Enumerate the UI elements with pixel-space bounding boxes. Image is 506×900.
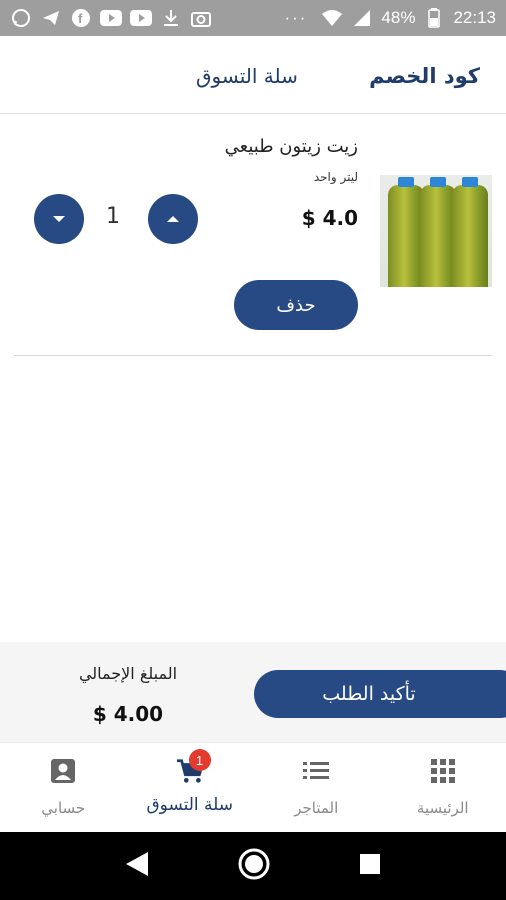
wifi-icon bbox=[321, 8, 343, 28]
youtube-icon bbox=[130, 8, 152, 28]
delete-button[interactable]: حذف bbox=[234, 280, 358, 330]
camera-icon bbox=[190, 8, 212, 28]
cart-count-badge: 1 bbox=[188, 749, 211, 771]
signal-icon bbox=[351, 8, 373, 28]
overflow-dots: ··· bbox=[284, 8, 308, 27]
battery-percent: 48% bbox=[381, 8, 416, 27]
system-nav-bar bbox=[0, 832, 506, 900]
product-name: زيت زيتون طبيعي bbox=[224, 136, 358, 157]
nav-label: حسابي bbox=[41, 799, 86, 817]
notification-icons: f bbox=[10, 8, 212, 28]
youtube-icon bbox=[100, 8, 122, 28]
account-icon bbox=[49, 757, 77, 785]
total-value: $ 4.00 bbox=[92, 702, 164, 726]
page-title: سلة التسوق bbox=[196, 64, 298, 88]
facebook-icon: f bbox=[70, 8, 92, 28]
telegram-icon bbox=[40, 8, 62, 28]
bottle bbox=[388, 177, 424, 287]
status-bar: f ··· 48% 22:13 bbox=[0, 0, 506, 36]
svg-text:f: f bbox=[78, 11, 83, 26]
product-price: $ 4.0 bbox=[301, 206, 358, 230]
nav-label: سلة التسوق bbox=[146, 795, 234, 815]
product-image bbox=[380, 175, 492, 287]
nav-item-stores[interactable]: المتاجر bbox=[253, 743, 380, 832]
decrease-quantity-button[interactable] bbox=[34, 194, 84, 244]
quantity-value: 1 bbox=[106, 204, 120, 229]
bottle bbox=[420, 177, 456, 287]
chevron-up-icon bbox=[167, 216, 179, 222]
back-icon[interactable] bbox=[124, 850, 150, 882]
bottle bbox=[452, 177, 488, 287]
bottom-nav: حسابي 1 سلة التسوق المتاجر الرئيسية bbox=[0, 742, 506, 832]
discount-code-button[interactable]: كود الخصم bbox=[369, 64, 480, 88]
home-icon[interactable] bbox=[237, 847, 271, 885]
grid-icon bbox=[429, 757, 457, 785]
product-unit: ليتر واحد bbox=[313, 170, 358, 184]
nav-label: المتاجر bbox=[294, 799, 339, 817]
list-icon bbox=[302, 757, 330, 785]
system-icons: ··· 48% 22:13 bbox=[284, 8, 496, 28]
nav-item-home[interactable]: الرئيسية bbox=[380, 743, 506, 832]
header: كود الخصم سلة التسوق bbox=[0, 36, 506, 114]
recents-icon[interactable] bbox=[358, 852, 382, 880]
battery-icon bbox=[423, 8, 445, 28]
download-icon bbox=[160, 8, 182, 28]
screen: f ··· 48% 22:13 كود الخصم سلة التسوق زيت… bbox=[0, 0, 506, 900]
nav-item-cart[interactable]: 1 سلة التسوق bbox=[127, 743, 254, 832]
order-summary: تأكيد الطلب المبلغ الإجمالي $ 4.00 bbox=[0, 642, 506, 742]
whatsapp-icon bbox=[10, 8, 32, 28]
total-label: المبلغ الإجمالي bbox=[78, 664, 178, 683]
confirm-order-button[interactable]: تأكيد الطلب bbox=[254, 670, 506, 718]
nav-item-account[interactable]: حسابي bbox=[0, 743, 127, 832]
cart-item: زيت زيتون طبيعي ليتر واحد $ 4.0 1 حذف bbox=[14, 114, 492, 356]
increase-quantity-button[interactable] bbox=[148, 194, 198, 244]
nav-label: الرئيسية bbox=[416, 799, 469, 817]
clock: 22:13 bbox=[453, 8, 496, 27]
chevron-down-icon bbox=[53, 216, 65, 222]
